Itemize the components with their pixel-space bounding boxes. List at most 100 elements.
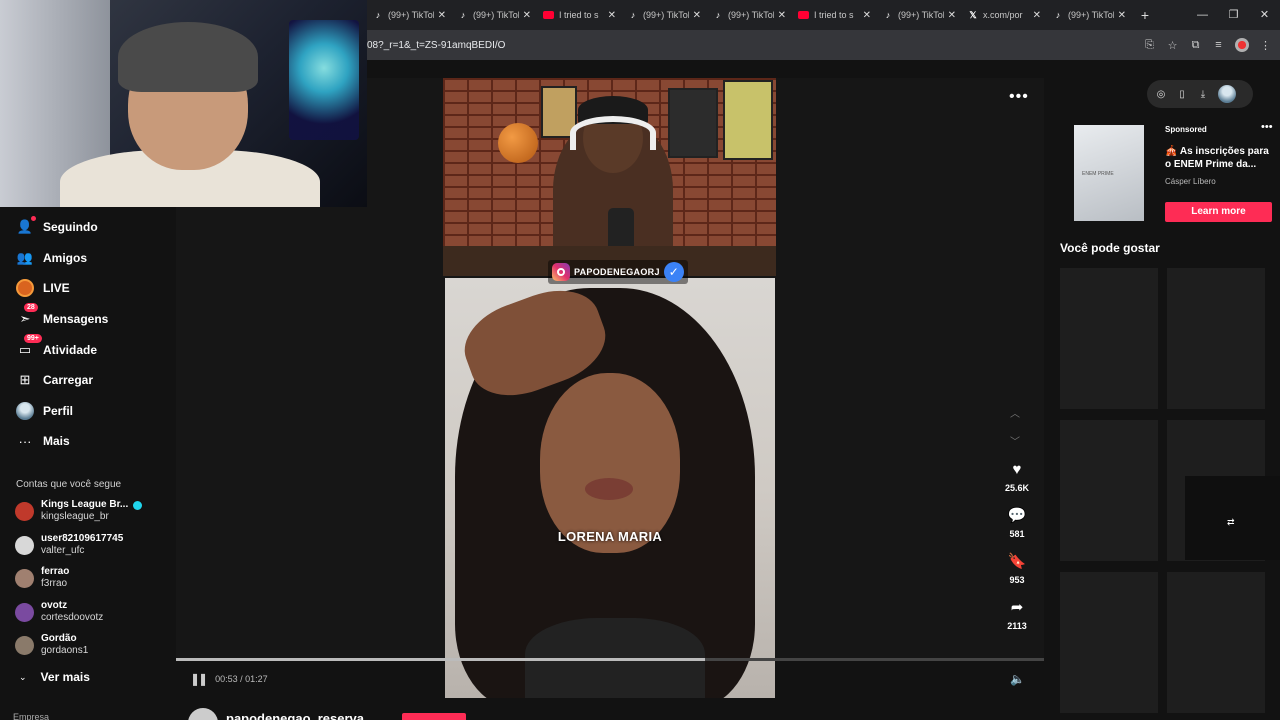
account-name: ferrao [41, 566, 70, 577]
following-section-title: Contas que você segue [16, 479, 122, 490]
tab-title: (99+) TikTok [388, 10, 434, 20]
lips [585, 478, 633, 500]
close-tab-icon[interactable]: ✕ [863, 10, 871, 21]
heart-icon[interactable]: ♥ [1001, 460, 1033, 480]
save-action[interactable]: 🔖 953 [1001, 552, 1033, 585]
ad-more-icon[interactable]: ••• [1261, 121, 1273, 133]
sidebar-item-atividade[interactable]: ▭ 99+ Atividade [16, 334, 97, 362]
browser-tab[interactable]: 𝕏x.com/por ✕ [962, 0, 1047, 30]
previous-video-icon[interactable]: ︿ [1010, 405, 1020, 420]
close-tab-icon[interactable]: ✕ [778, 10, 786, 21]
bookmark-icon[interactable]: 🔖 [1001, 552, 1033, 572]
close-tab-icon[interactable]: ✕ [438, 10, 446, 21]
browser-tab[interactable]: ♪ (99+) TikTok ✕ [707, 0, 792, 30]
download-icon[interactable]: ⤓ [1197, 89, 1209, 100]
volume-icon[interactable]: 🔈 [1010, 672, 1025, 686]
video-progress-bar[interactable] [176, 658, 1044, 661]
follow-button[interactable] [402, 713, 466, 720]
extensions-icon[interactable]: ⧉ [1189, 39, 1202, 52]
instagram-handle: PAPODENEGAORJ [574, 267, 660, 277]
learn-more-button[interactable]: Learn more [1165, 202, 1272, 222]
ad-thumbnail-text: ENEM PRIME [1082, 171, 1114, 177]
bookmark-star-icon[interactable]: ☆ [1166, 39, 1179, 52]
browser-menu-icon[interactable]: ⋮ [1259, 39, 1272, 52]
close-tab-icon[interactable]: ✕ [948, 10, 956, 21]
see-more-button[interactable]: ⌄ Ver mais [19, 670, 90, 684]
close-tab-icon[interactable]: ✕ [523, 10, 531, 21]
maximize-icon[interactable]: ❐ [1218, 0, 1249, 30]
user-avatar[interactable] [1218, 85, 1236, 103]
tab-title: (99+) TikTok [898, 10, 944, 20]
following-account[interactable]: ovotz cortesdoovotz [15, 600, 103, 624]
suggested-video-card[interactable] [1167, 268, 1265, 409]
player-controls: ❚❚ 00:53 / 01:27 [190, 672, 268, 686]
browser-tab[interactable]: ♪ (99+) TikTok ✕ [1047, 0, 1132, 30]
following-account[interactable]: user82109617745 valter_ufc [15, 533, 123, 557]
account-handle: cortesdoovotz [41, 612, 104, 623]
following-account[interactable]: ferrao f3rrao [15, 566, 69, 590]
sidebar-item-perfil[interactable]: Perfil [16, 399, 73, 423]
author-name[interactable]: papodenegao_reserva [226, 711, 364, 720]
profile-icon [16, 402, 34, 420]
close-tab-icon[interactable]: ✕ [693, 10, 701, 21]
floating-widget-icon[interactable]: ⇄ [1227, 517, 1235, 528]
sidebar-item-amigos[interactable]: 👥 Amigos [16, 246, 87, 270]
suggested-video-card[interactable] [1167, 572, 1265, 713]
browser-tab[interactable]: ♪ (99+) TikTok ✕ [622, 0, 707, 30]
suggested-video-card[interactable] [1060, 572, 1158, 713]
ad-thumbnail[interactable]: ENEM PRIME [1074, 125, 1144, 221]
tiktok-icon: ♪ [375, 10, 381, 20]
browser-tab[interactable]: ♪ (99+) TikTok ✕ [877, 0, 962, 30]
minimize-icon[interactable]: — [1187, 0, 1218, 30]
browser-tab[interactable]: ♪ (99+) TikTok ✕ [367, 0, 452, 30]
close-tab-icon[interactable]: ✕ [608, 10, 616, 21]
sidebar-item-label: Carregar [43, 373, 94, 387]
share-action[interactable]: ➦ 2113 [1001, 598, 1033, 631]
ad-title[interactable]: 🎪 As inscrições para o ENEM Prime da... [1165, 145, 1277, 171]
following-account[interactable]: Kings League Br... kingsleague_br [15, 499, 143, 523]
suggested-video-card[interactable] [1060, 268, 1158, 409]
browser-profile-icon[interactable] [1235, 38, 1249, 52]
close-window-icon[interactable]: ✕ [1249, 0, 1280, 30]
explore-icon[interactable]: ◎ [1155, 89, 1167, 100]
verified-badge-icon [133, 500, 143, 510]
tiktok-icon: ♪ [630, 10, 636, 20]
sidebar-item-mais[interactable]: ··· Mais [16, 429, 70, 453]
share-icon[interactable]: ➦ [1001, 598, 1033, 618]
sidebar-item-mensagens[interactable]: ➣ 28 Mensagens [16, 303, 108, 331]
sidebar-item-seguindo[interactable]: 👤 Seguindo [16, 215, 98, 239]
tab-title: I tried to s [814, 10, 854, 20]
account-avatar [15, 501, 34, 521]
browser-tab[interactable]: I tried to s ✕ [537, 0, 622, 30]
tiktok-icon: ♪ [1055, 10, 1061, 20]
right-toolbar: ◎ ▯ ⤓ [1147, 80, 1253, 108]
tiktok-icon: ♪ [715, 10, 721, 20]
pause-icon[interactable]: ❚❚ [190, 672, 208, 686]
media-controls-icon[interactable]: ≡ [1212, 39, 1225, 51]
like-action[interactable]: ♥ 25.6K [1001, 460, 1033, 493]
close-tab-icon[interactable]: ✕ [1033, 10, 1041, 21]
comment-icon[interactable]: 💬 [1001, 506, 1033, 526]
sidebar-item-carregar[interactable]: ⊞ Carregar [16, 368, 93, 392]
activity-icon: ▭ 99+ [16, 334, 42, 359]
suggested-video-card[interactable] [1060, 420, 1158, 561]
next-video-icon[interactable]: ﹀ [1010, 433, 1020, 448]
account-avatar [15, 535, 34, 555]
headphones [570, 116, 656, 150]
install-app-icon[interactable]: ⎘ [1143, 39, 1156, 52]
browser-tab[interactable]: I tried to s ✕ [792, 0, 877, 30]
url-field[interactable]: 08?_r=1&_t=ZS-91amqBEDI/O [367, 40, 505, 51]
x-icon: 𝕏 [969, 9, 977, 20]
comment-action[interactable]: 💬 581 [1001, 506, 1033, 539]
video-frame-bottom[interactable]: LORENA MARIA [445, 278, 775, 698]
sidebar-item-live[interactable]: LIVE [16, 276, 70, 300]
browser-tab[interactable]: ♪ (99+) TikTok ✕ [452, 0, 537, 30]
close-tab-icon[interactable]: ✕ [1118, 10, 1126, 21]
video-frame-top[interactable] [443, 78, 776, 276]
youtube-icon [543, 11, 554, 19]
more-options-icon[interactable]: ••• [1009, 88, 1029, 106]
video-time: 00:53 / 01:27 [215, 674, 268, 684]
new-tab-icon[interactable]: + [1132, 7, 1158, 23]
device-icon[interactable]: ▯ [1176, 89, 1188, 100]
following-account[interactable]: Gordão gordaons1 [15, 633, 88, 657]
